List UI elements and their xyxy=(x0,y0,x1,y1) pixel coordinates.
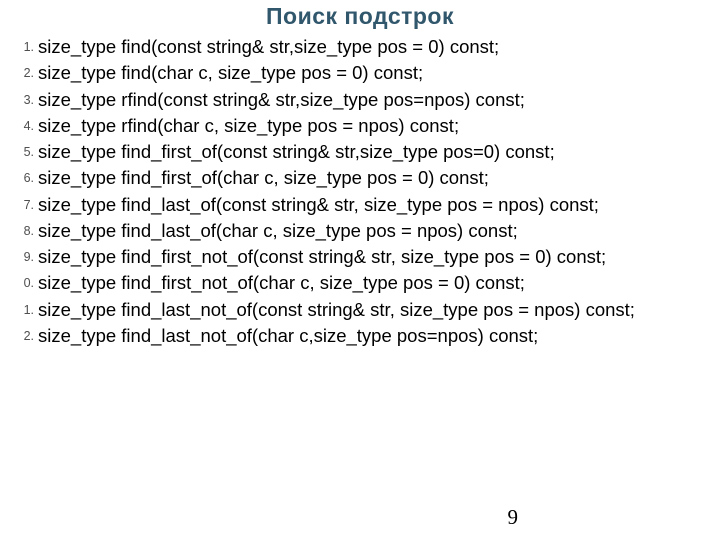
list-item: size_type find_first_of(const string& st… xyxy=(38,141,720,166)
numbered-list: size_type find(const string& str,size_ty… xyxy=(0,36,720,350)
list-item: size_type find_last_not_of(char c,size_t… xyxy=(38,325,720,350)
list-item: size_type find_last_of(char c, size_type… xyxy=(38,220,720,245)
list-item: size_type find_first_of(char c, size_typ… xyxy=(38,167,720,192)
list-item: size_type find(const string& str,size_ty… xyxy=(38,36,720,61)
list-item: size_type find_last_not_of(const string&… xyxy=(38,299,720,324)
list-item: size_type find(char c, size_type pos = 0… xyxy=(38,62,720,87)
list-item: size_type find_first_not_of(char c, size… xyxy=(38,272,720,297)
list-item: size_type rfind(const string& str,size_t… xyxy=(38,89,720,114)
page-title: Поиск подстрок xyxy=(0,0,720,36)
list-item: size_type rfind(char c, size_type pos = … xyxy=(38,115,720,140)
list-item: size_type find_last_of(const string& str… xyxy=(38,194,720,219)
list-item: size_type find_first_not_of(const string… xyxy=(38,246,720,271)
page-number: 9 xyxy=(508,505,519,530)
